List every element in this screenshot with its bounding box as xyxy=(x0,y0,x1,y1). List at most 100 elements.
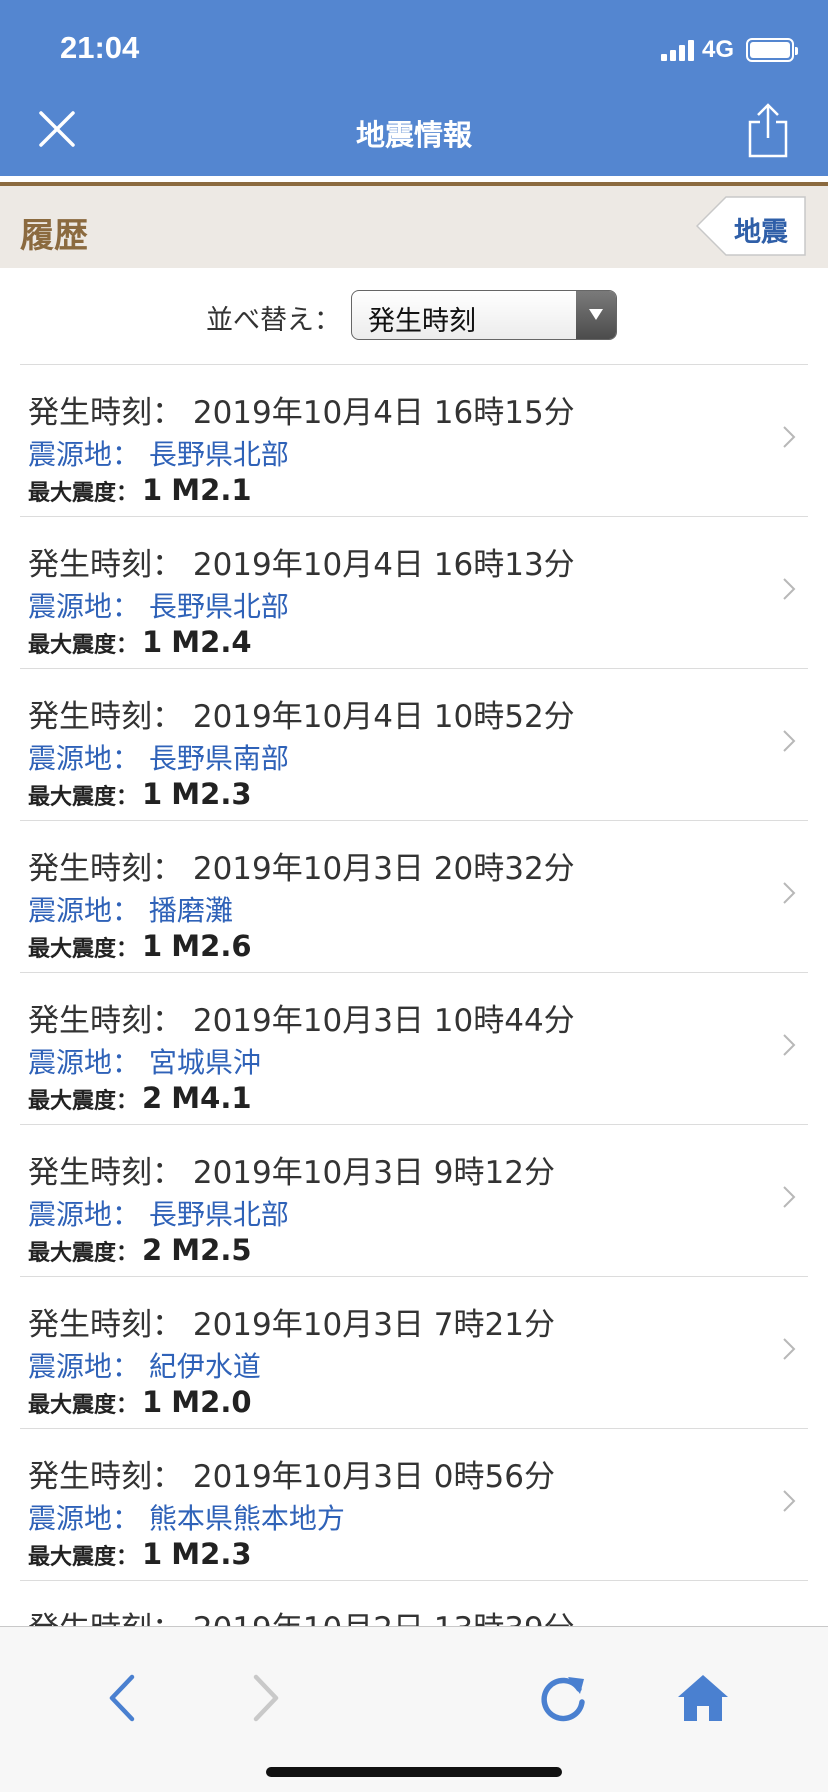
page-title: 地震情報 xyxy=(355,118,472,152)
chevron-left-icon xyxy=(109,1674,135,1722)
epicenter-label: 震源地： xyxy=(28,894,141,927)
max-intensity: 最大震度： 1 M2.3 xyxy=(28,777,252,811)
signal-icon xyxy=(660,39,694,61)
intensity-label: 最大震度： xyxy=(28,1089,139,1114)
occurrence-time: 発生時刻： 2019年10月4日 16時15分 xyxy=(28,387,575,432)
chevron-right-icon xyxy=(783,1490,796,1512)
epicenter-value: 長野県北部 xyxy=(148,590,289,623)
epicenter-label: 震源地： xyxy=(28,1350,141,1383)
epicenter-value: 長野県南部 xyxy=(148,742,289,775)
max-intensity: 最大震度： 1 M2.0 xyxy=(28,1385,252,1419)
list-item[interactable]: 発生時刻： 2019年10月3日 20時32分 震源地： 播磨灘 最大震度： 1 M2… xyxy=(20,821,808,973)
status-time: 21:04 xyxy=(60,30,140,65)
magnitude-value: M2.1 xyxy=(171,473,252,507)
home-icon xyxy=(678,1675,728,1721)
list-item[interactable]: 発生時刻： 2019年10月3日 7時21分 震源地： 紀伊水道 最大震度： 1 M2… xyxy=(20,1277,808,1429)
forward-button[interactable] xyxy=(238,1671,292,1725)
network-label: 4G xyxy=(701,36,734,63)
intensity-value: 1 xyxy=(142,777,163,811)
magnitude-value: M2.5 xyxy=(171,1233,252,1267)
epicenter: 震源地： 長野県北部 xyxy=(28,585,289,625)
intensity-value: 1 xyxy=(142,929,163,963)
magnitude-value: M2.3 xyxy=(171,777,252,811)
epicenter-label: 震源地： xyxy=(28,1198,141,1231)
list-item[interactable]: 発生時刻： 2019年10月4日 16時15分 震源地： 長野県北部 最大震度： 1 … xyxy=(20,365,808,517)
time-label: 発生時刻： xyxy=(28,395,183,431)
time-value: 2019年10月3日 20時32分 xyxy=(192,851,575,887)
intensity-value: 1 xyxy=(142,1385,163,1419)
screen: 21:04 4G 地震情報 履歴 地震 並べ替え： 発生時刻 発生時刻： 201… xyxy=(0,0,828,1792)
intensity-label: 最大震度： xyxy=(28,481,139,506)
back-button[interactable] xyxy=(96,1671,150,1725)
intensity-label: 最大震度： xyxy=(28,1393,139,1418)
time-label: 発生時刻： xyxy=(28,1155,183,1191)
magnitude-value: M4.1 xyxy=(171,1081,252,1115)
epicenter-value: 長野県北部 xyxy=(148,438,289,471)
time-value: 2019年10月3日 10時44分 xyxy=(192,1003,575,1039)
epicenter-label: 震源地： xyxy=(28,438,141,471)
chevron-right-icon xyxy=(783,426,796,448)
epicenter-label: 震源地： xyxy=(28,1502,141,1535)
time-value: 2019年10月3日 9時12分 xyxy=(192,1155,555,1191)
time-label: 発生時刻： xyxy=(28,699,183,735)
time-label: 発生時刻： xyxy=(28,1459,183,1495)
list-item[interactable]: 発生時刻： 2019年10月4日 10時52分 震源地： 長野県南部 最大震度： 1 … xyxy=(20,669,808,821)
epicenter: 震源地： 熊本県熊本地方 xyxy=(28,1497,345,1537)
earthquake-tab-button[interactable]: 地震 xyxy=(696,196,806,256)
intensity-label: 最大震度： xyxy=(28,1545,139,1570)
epicenter-value: 宮城県沖 xyxy=(148,1046,261,1079)
dropdown-arrow-icon xyxy=(576,291,616,339)
chevron-right-icon xyxy=(783,1034,796,1056)
earthquake-list: 発生時刻： 2019年10月4日 16時15分 震源地： 長野県北部 最大震度： 1 … xyxy=(20,364,808,1733)
epicenter: 震源地： 長野県南部 xyxy=(28,737,289,777)
magnitude-value: M2.3 xyxy=(171,1537,252,1571)
tag-label: 地震 xyxy=(734,217,788,248)
magnitude-value: M2.0 xyxy=(171,1385,252,1419)
intensity-value: 1 xyxy=(142,473,163,507)
intensity-value: 1 xyxy=(142,1537,163,1571)
max-intensity: 最大震度： 1 M2.6 xyxy=(28,929,252,963)
reload-button[interactable] xyxy=(536,1671,590,1725)
max-intensity: 最大震度： 1 M2.1 xyxy=(28,473,252,507)
occurrence-time: 発生時刻： 2019年10月3日 20時32分 xyxy=(28,843,575,888)
epicenter: 震源地： 長野県北部 xyxy=(28,1193,289,1233)
sort-select[interactable]: 発生時刻 xyxy=(351,290,617,340)
home-indicator xyxy=(266,1767,562,1777)
share-icon xyxy=(748,103,788,158)
time-label: 発生時刻： xyxy=(28,1003,183,1039)
epicenter-label: 震源地： xyxy=(28,742,141,775)
home-button[interactable] xyxy=(676,1671,730,1725)
intensity-label: 最大震度： xyxy=(28,937,139,962)
intensity-value: 2 xyxy=(142,1081,163,1115)
time-value: 2019年10月3日 0時56分 xyxy=(192,1459,555,1495)
chevron-right-icon xyxy=(783,882,796,904)
epicenter-value: 熊本県熊本地方 xyxy=(148,1502,345,1535)
reload-icon xyxy=(541,1677,585,1722)
epicenter: 震源地： 長野県北部 xyxy=(28,433,289,473)
list-item[interactable]: 発生時刻： 2019年10月4日 16時13分 震源地： 長野県北部 最大震度： 1 … xyxy=(20,517,808,669)
epicenter-value: 長野県北部 xyxy=(148,1198,289,1231)
max-intensity: 最大震度： 1 M2.3 xyxy=(28,1537,252,1571)
time-label: 発生時刻： xyxy=(28,1307,183,1343)
max-intensity: 最大震度： 2 M2.5 xyxy=(28,1233,252,1267)
list-item[interactable]: 発生時刻： 2019年10月3日 10時44分 震源地： 宮城県沖 最大震度： 2 M… xyxy=(20,973,808,1125)
occurrence-time: 発生時刻： 2019年10月3日 9時12分 xyxy=(28,1147,555,1192)
epicenter-label: 震源地： xyxy=(28,1046,141,1079)
time-value: 2019年10月4日 16時13分 xyxy=(192,547,575,583)
chevron-right-icon xyxy=(783,1338,796,1360)
epicenter: 震源地： 播磨灘 xyxy=(28,889,233,929)
time-value: 2019年10月4日 10時52分 xyxy=(192,699,575,735)
chevron-right-icon xyxy=(783,730,796,752)
intensity-label: 最大震度： xyxy=(28,633,139,658)
share-button[interactable] xyxy=(744,102,792,158)
epicenter: 震源地： 紀伊水道 xyxy=(28,1345,261,1385)
section-bar: 履歴 地震 xyxy=(0,186,828,268)
epicenter-value: 播磨灘 xyxy=(148,894,233,927)
epicenter: 震源地： 宮城県沖 xyxy=(28,1041,261,1081)
time-value: 2019年10月4日 16時15分 xyxy=(192,395,575,431)
list-item[interactable]: 発生時刻： 2019年10月3日 9時12分 震源地： 長野県北部 最大震度： 2 M… xyxy=(20,1125,808,1277)
occurrence-time: 発生時刻： 2019年10月3日 10時44分 xyxy=(28,995,575,1040)
sort-value: 発生時刻 xyxy=(368,306,476,337)
list-item[interactable]: 発生時刻： 2019年10月3日 0時56分 震源地： 熊本県熊本地方 最大震度： 1… xyxy=(20,1429,808,1581)
browser-toolbar xyxy=(0,1626,828,1792)
